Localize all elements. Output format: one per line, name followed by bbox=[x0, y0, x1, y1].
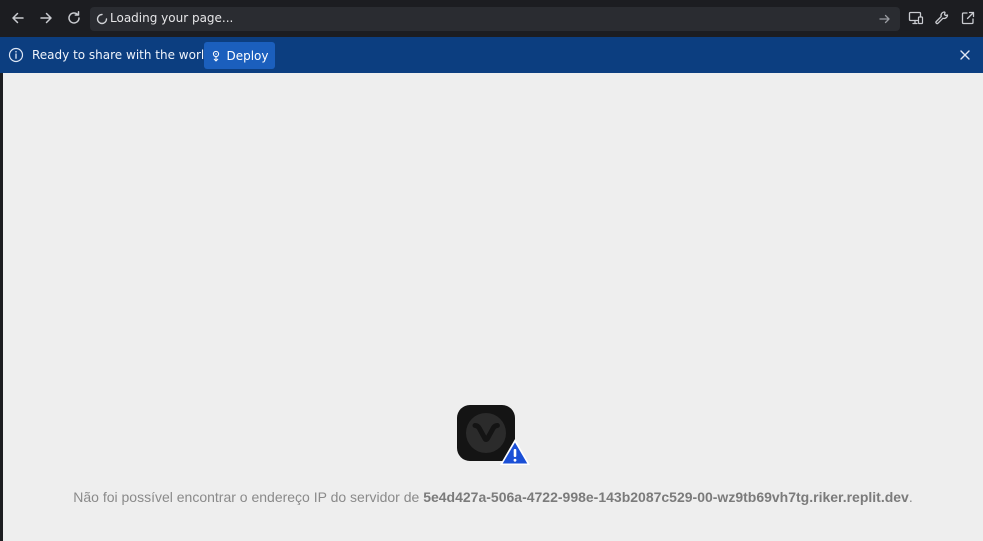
responsive-devices-icon bbox=[908, 11, 924, 25]
arrow-left-icon bbox=[12, 12, 24, 24]
address-bar[interactable]: Loading your page... bbox=[90, 7, 900, 31]
reload-button[interactable] bbox=[64, 8, 84, 28]
deploy-icon bbox=[213, 50, 220, 61]
forward-button[interactable] bbox=[36, 8, 56, 28]
error-message: Não foi possível encontrar o endereço IP… bbox=[3, 489, 983, 505]
devtools-button[interactable] bbox=[932, 8, 952, 28]
reload-icon bbox=[68, 11, 80, 24]
deploy-banner: Ready to share with the world? Deploy bbox=[0, 37, 983, 73]
devices-button[interactable] bbox=[906, 8, 926, 28]
banner-message: Ready to share with the world? bbox=[32, 48, 219, 62]
address-text: Loading your page... bbox=[110, 11, 234, 25]
vivaldi-logo-icon bbox=[457, 405, 530, 465]
info-icon bbox=[8, 47, 24, 63]
deploy-button-label: Deploy bbox=[226, 48, 269, 63]
error-message-prefix: Não foi possível encontrar o endereço IP… bbox=[73, 489, 424, 505]
error-message-suffix: . bbox=[908, 489, 913, 505]
arrow-right-icon bbox=[40, 12, 52, 24]
external-link-icon bbox=[961, 11, 975, 25]
wrench-icon bbox=[935, 11, 949, 25]
close-icon[interactable] bbox=[957, 47, 973, 63]
browser-toolbar: Loading your page... bbox=[0, 0, 983, 37]
open-in-new-tab-button[interactable] bbox=[958, 8, 978, 28]
server-hostname: 5e4d427a-506a-4722-998e-143b2087c529-00-… bbox=[423, 489, 909, 505]
back-button[interactable] bbox=[8, 8, 28, 28]
page-viewport: Não foi possível encontrar o endereço IP… bbox=[3, 73, 983, 541]
deploy-button[interactable]: Deploy bbox=[204, 42, 275, 69]
spinner-icon bbox=[96, 13, 108, 25]
go-arrow-icon[interactable] bbox=[878, 12, 892, 26]
